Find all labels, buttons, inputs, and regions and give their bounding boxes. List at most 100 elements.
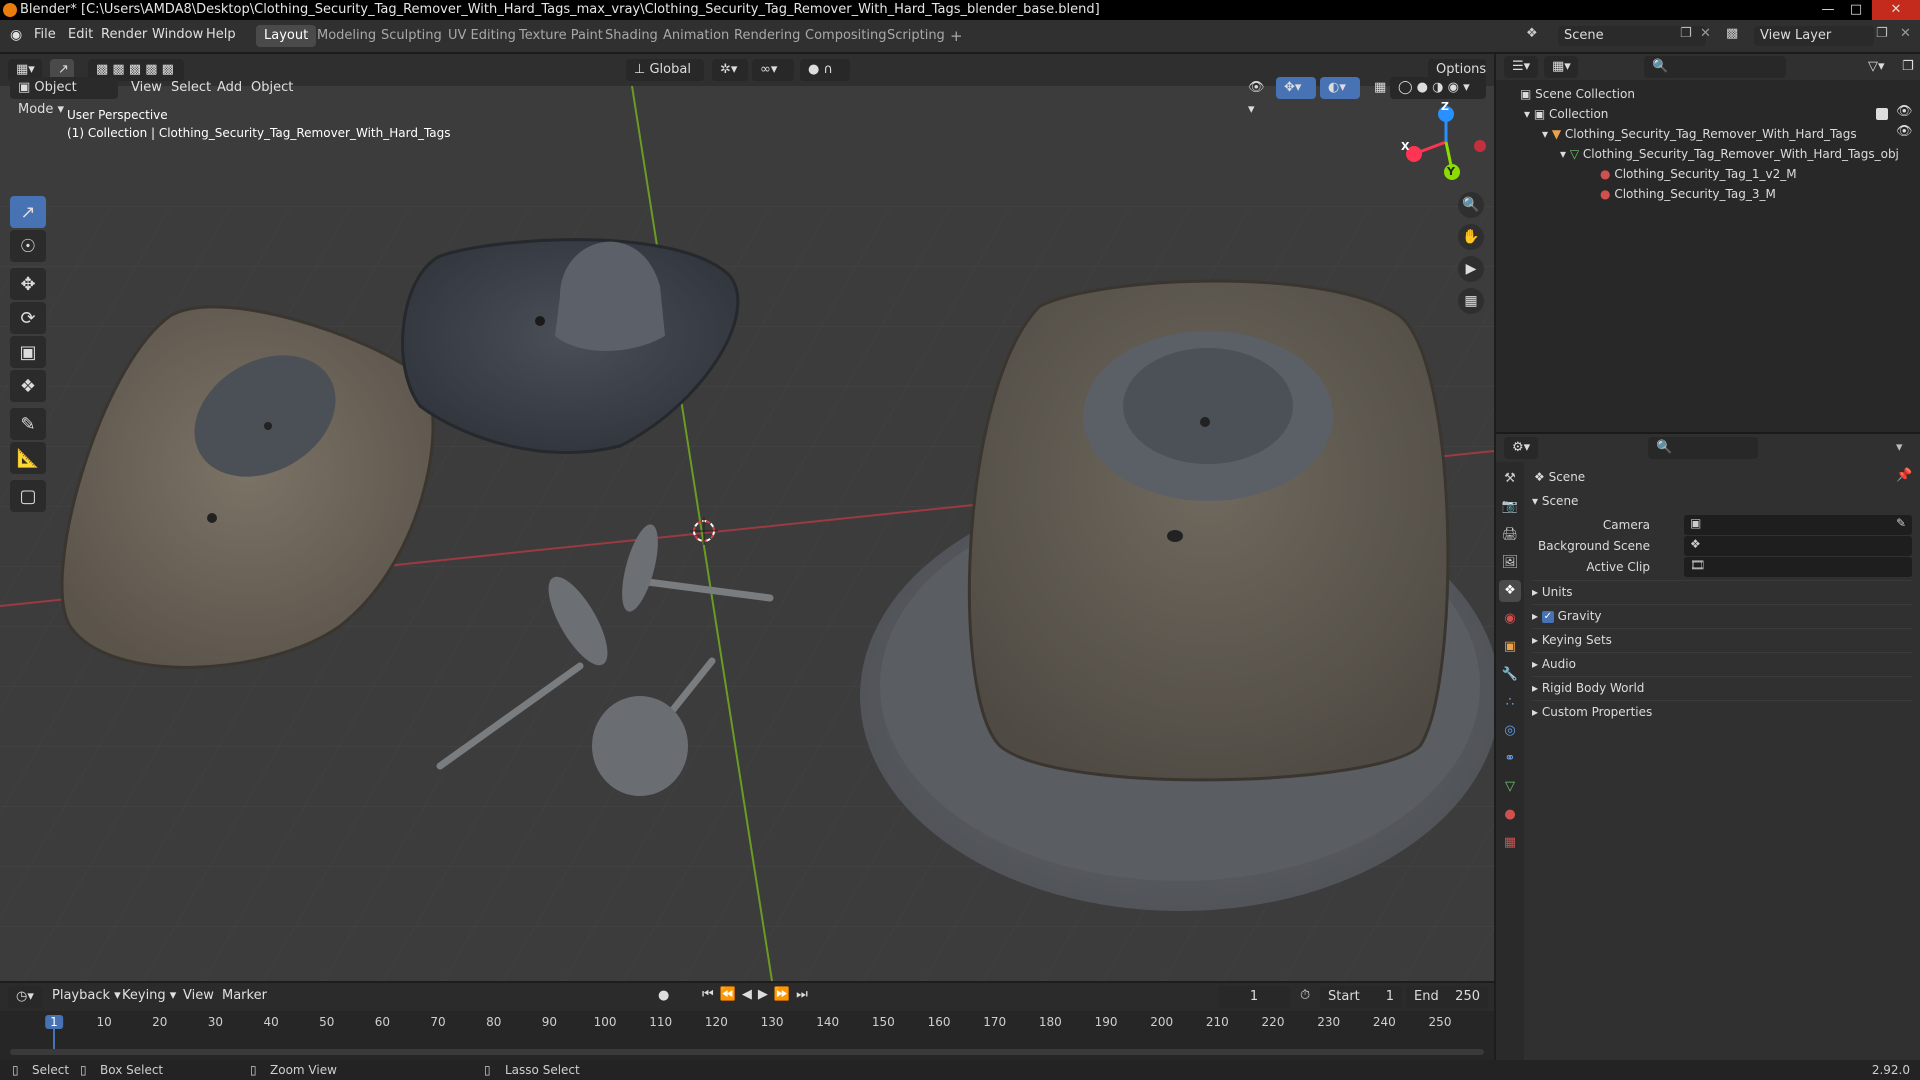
select-box-tool-icon[interactable]: ↗ <box>10 196 46 228</box>
blender-menu-icon[interactable]: ◉ <box>10 27 22 43</box>
background-scene-field[interactable]: ❖ <box>1684 536 1912 556</box>
pin-icon[interactable]: 📌 <box>1896 468 1912 483</box>
timeline-menu-view[interactable]: View <box>183 988 214 1003</box>
current-frame-field[interactable]: 1 <box>1218 986 1290 1008</box>
timeline-menu-keying[interactable]: Keying ▾ <box>122 988 176 1003</box>
ortho-grid-icon[interactable]: ▦ <box>1458 288 1484 314</box>
new-view-layer-icon[interactable]: ❐ <box>1876 26 1888 41</box>
playback-controls[interactable]: ⏮⏪◀▶⏩⏭ <box>702 987 814 1002</box>
rotate-tool-icon[interactable]: ⟳ <box>10 302 46 334</box>
timeline-editor-type-icon[interactable]: ◷▾ <box>8 986 42 1008</box>
outliner-row-collection[interactable]: ▾ ▣ Collection <box>1524 104 1608 124</box>
texture-tab-icon[interactable]: ▦ <box>1499 832 1521 854</box>
stopwatch-icon[interactable]: ⏱ <box>1300 988 1310 1003</box>
record-icon[interactable]: ● <box>658 988 669 1003</box>
viewport-menu-view[interactable]: View <box>131 80 162 95</box>
measure-tool-icon[interactable]: 📐 <box>10 442 46 474</box>
constraints-tab-icon[interactable]: ⚭ <box>1499 748 1521 770</box>
tool-tab-icon[interactable]: ⚒ <box>1499 468 1521 490</box>
new-collection-icon[interactable]: ❐ <box>1894 56 1916 78</box>
viewport-menu-add[interactable]: Add <box>217 80 242 95</box>
shading-mode-buttons[interactable]: ◯ ● ◑ ◉ ▾ <box>1390 77 1486 99</box>
transform-tool-icon[interactable]: ❖ <box>10 370 46 402</box>
panel-audio[interactable]: ▸ Audio <box>1532 652 1912 674</box>
start-frame-field[interactable]: Start 1 <box>1320 986 1402 1008</box>
camera-field[interactable]: ▣ ✎ <box>1684 515 1912 535</box>
overlay-toggle-icon[interactable]: ◐▾ <box>1320 77 1360 99</box>
filter-icon[interactable]: ▽▾ <box>1860 56 1894 78</box>
gizmo-toggle-icon[interactable]: ✥▾ <box>1276 77 1316 99</box>
tab-layout[interactable]: Layout <box>256 25 317 47</box>
panel-custom-properties[interactable]: ▸ Custom Properties <box>1532 700 1912 722</box>
collection-exclude-checkbox[interactable] <box>1876 108 1888 120</box>
outliner-row-scene-collection[interactable]: ▣ Scene Collection <box>1520 84 1635 104</box>
cursor-tool-icon[interactable]: ☉ <box>10 230 46 262</box>
panel-scene-header[interactable]: ▾ Scene <box>1532 490 1578 512</box>
view-layer-selector[interactable]: View Layer <box>1754 26 1874 46</box>
properties-search-input[interactable]: 🔍 <box>1648 437 1758 459</box>
xray-icon[interactable]: ▦ <box>1366 77 1386 99</box>
eyedropper-icon[interactable]: ✎ <box>1896 516 1906 530</box>
minimize-icon[interactable]: — <box>1814 0 1842 20</box>
menu-edit[interactable]: Edit <box>68 27 93 42</box>
timeline[interactable]: 1 10 20 30 40 50 60 70 80 90 100 110 120 130 140 150 160… <box>0 1011 1494 1061</box>
visibility-icon[interactable]: 👁▾ <box>1240 77 1274 117</box>
outliner-row-remover-obj[interactable]: ▾ ▽ Clothing_Security_Tag_Remover_With_H… <box>1560 144 1899 164</box>
display-mode-icon[interactable]: ▦▾ <box>1544 56 1578 78</box>
close-icon[interactable]: ✕ <box>1872 0 1920 20</box>
object-tab-icon[interactable]: ▣ <box>1499 636 1521 658</box>
outliner-row-remover[interactable]: ▾ ▼ Clothing_Security_Tag_Remover_With_H… <box>1542 124 1857 144</box>
menu-help[interactable]: Help <box>206 27 236 42</box>
material-tab-icon[interactable]: ● <box>1499 804 1521 826</box>
outliner-search-input[interactable]: 🔍 <box>1644 56 1786 78</box>
camera-view-icon[interactable]: ▶ <box>1458 256 1484 282</box>
menu-render[interactable]: Render <box>101 27 147 42</box>
output-tab-icon[interactable]: 🖨 <box>1499 524 1521 546</box>
remove-scene-icon[interactable]: ✕ <box>1700 26 1711 41</box>
properties-editor-type-icon[interactable]: ⚙▾ <box>1504 437 1538 459</box>
scene-tab-icon[interactable]: ❖ <box>1499 580 1521 602</box>
outliner-editor-type-icon[interactable]: ☰▾ <box>1504 56 1538 78</box>
object-visibility-eye-icon[interactable]: 👁 <box>1896 124 1913 139</box>
render-tab-icon[interactable]: 📷 <box>1499 496 1521 518</box>
properties-options-icon[interactable]: ▾ <box>1896 440 1903 455</box>
outliner-row-tag3[interactable]: ● Clothing_Security_Tag_3_M <box>1600 184 1776 204</box>
modifier-tab-icon[interactable]: 🔧 <box>1499 664 1521 686</box>
panel-units[interactable]: ▸ Units <box>1532 580 1912 602</box>
add-workspace-button[interactable]: + <box>942 25 971 47</box>
view-layer-tab-icon[interactable]: 🖼 <box>1499 552 1521 574</box>
viewport-menu-select[interactable]: Select <box>171 80 211 95</box>
timeline-menu-playback[interactable]: Playback ▾ <box>52 988 121 1003</box>
physics-tab-icon[interactable]: ◎ <box>1499 720 1521 742</box>
zoom-icon[interactable]: 🔍 <box>1458 192 1484 218</box>
add-cube-tool-icon[interactable]: ▢ <box>10 480 46 512</box>
gravity-checkbox[interactable]: ✓ <box>1541 610 1554 623</box>
menu-window[interactable]: Window <box>152 27 203 42</box>
viewport-menu-object[interactable]: Object <box>251 80 293 95</box>
data-tab-icon[interactable]: ▽ <box>1499 776 1521 798</box>
menu-file[interactable]: File <box>34 27 56 42</box>
3d-viewport[interactable]: ↗ ☉ ✥ ⟳ ▣ ❖ ✎ 📐 ▢ User Perspective (1) C… <box>0 86 1494 981</box>
tab-texture-paint[interactable]: Texture Paint <box>511 25 611 47</box>
particles-tab-icon[interactable]: ∴ <box>1499 692 1521 714</box>
remove-view-layer-icon[interactable]: ✕ <box>1900 26 1911 41</box>
panel-rigid-body-world[interactable]: ▸ Rigid Body World <box>1532 676 1912 698</box>
outliner[interactable]: ▣ Scene Collection ▾ ▣ Collection ▾ ▼ Cl… <box>1496 80 1920 432</box>
pan-hand-icon[interactable]: ✋ <box>1458 224 1484 250</box>
panel-keying-sets[interactable]: ▸ Keying Sets <box>1532 628 1912 650</box>
collection-visibility-eye-icon[interactable]: 👁 <box>1896 104 1913 119</box>
maximize-icon[interactable]: □ <box>1842 0 1870 20</box>
new-scene-icon[interactable]: ❐ <box>1680 26 1692 41</box>
active-clip-field[interactable]: 🎞 <box>1684 557 1912 577</box>
timeline-scrollbar[interactable] <box>10 1049 1484 1055</box>
tab-animation[interactable]: Animation <box>655 25 737 47</box>
annotate-tool-icon[interactable]: ✎ <box>10 408 46 440</box>
timeline-menu-marker[interactable]: Marker <box>222 988 267 1003</box>
outliner-row-tag1[interactable]: ● Clothing_Security_Tag_1_v2_M <box>1600 164 1797 184</box>
end-frame-field[interactable]: End 250 <box>1406 986 1488 1008</box>
scale-tool-icon[interactable]: ▣ <box>10 336 46 368</box>
tab-sculpting[interactable]: Sculpting <box>373 25 450 47</box>
move-tool-icon[interactable]: ✥ <box>10 268 46 300</box>
world-tab-icon[interactable]: ◉ <box>1499 608 1521 630</box>
object-mode-select[interactable]: ▣ Object Mode ▾ <box>10 77 118 117</box>
